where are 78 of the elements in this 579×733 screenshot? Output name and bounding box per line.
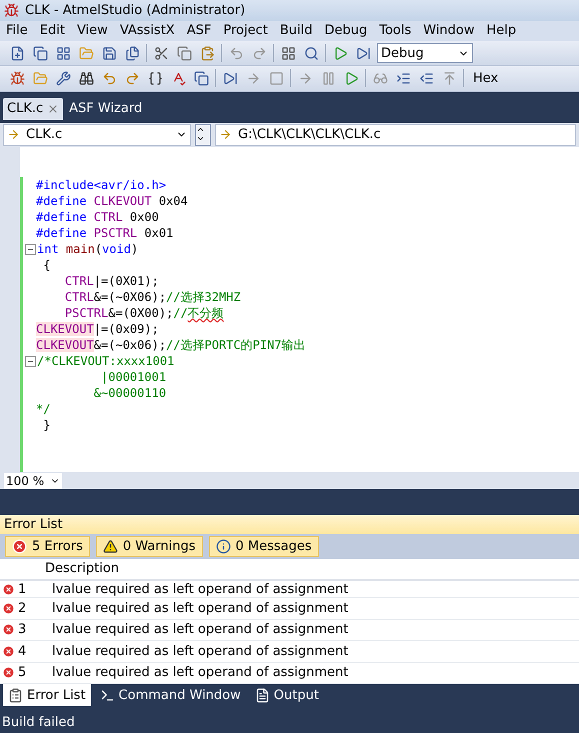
- error-number: 1: [18, 582, 28, 597]
- menu-item[interactable]: Build: [274, 23, 318, 38]
- file-dropdown[interactable]: CLK.c: [3, 124, 191, 146]
- hex-button[interactable]: Hex: [469, 70, 502, 86]
- bug-icon[interactable]: [8, 69, 26, 88]
- menu-item[interactable]: VAssistX: [114, 23, 181, 38]
- error-number: 2: [18, 600, 28, 616]
- menu-item[interactable]: Edit: [34, 23, 71, 38]
- spin-button[interactable]: [195, 124, 211, 146]
- menu-item[interactable]: Tools: [373, 23, 418, 38]
- collapse-icon[interactable]: [25, 356, 36, 367]
- error-number: 3: [18, 622, 28, 638]
- filter-button[interactable]: 5 Errors: [5, 536, 90, 557]
- document-tab[interactable]: ASF Wizard: [65, 98, 146, 120]
- filter-button[interactable]: 0 Warnings: [96, 536, 202, 557]
- code-line: CTRL&=(~0X06);//选择32MHZ: [64, 288, 241, 306]
- tab-label: ASF Wizard: [69, 101, 142, 116]
- tab-label: Output: [274, 688, 319, 703]
- code-line: PSCTRL&=(0X00);//不分频: [64, 304, 224, 322]
- panel-tab[interactable]: Command Window: [94, 684, 246, 706]
- document-tab[interactable]: CLK.c: [3, 98, 64, 120]
- error-description: lvalue required as left operand of assignment: [52, 600, 348, 616]
- code-line: int main(void): [37, 242, 138, 256]
- wrench-icon[interactable]: [54, 69, 72, 88]
- file-path: G:\CLK\CLK\CLK\CLK.c: [238, 127, 381, 142]
- collapse-icon[interactable]: [25, 244, 36, 255]
- terminal-icon: [100, 688, 115, 703]
- panel-title: Error List: [0, 514, 579, 534]
- info-icon: [216, 538, 230, 554]
- code-line: {: [42, 258, 50, 272]
- file-name: CLK.c: [26, 127, 64, 142]
- status-text: Build failed: [1, 714, 76, 732]
- document-icon: [254, 688, 270, 703]
- code-line: /*CLKEVOUT:xxxx1001: [37, 354, 174, 368]
- tab-label: Command Window: [118, 688, 241, 703]
- menu-item[interactable]: Window: [417, 23, 481, 38]
- copy-icon[interactable]: [192, 69, 210, 88]
- menu-item[interactable]: View: [70, 23, 114, 38]
- window-title: CLK - AtmelStudio (Administrator): [25, 2, 246, 18]
- menu-item[interactable]: Debug: [318, 23, 374, 38]
- arrow-icon: [219, 128, 232, 142]
- code-line: #define PSCTRL 0x01: [36, 226, 174, 240]
- code-line: }: [42, 418, 50, 432]
- error-number: 4: [18, 644, 28, 659]
- menu-item[interactable]: ASF: [180, 23, 218, 38]
- code-line: #define CTRL 0x00: [36, 210, 159, 224]
- code-line: CLKEVOUT&=(~0x06);//选择PORTC的PIN7输出: [36, 336, 306, 354]
- filter-button[interactable]: 0 Messages: [208, 536, 319, 557]
- warning-icon: [102, 538, 118, 554]
- path-field[interactable]: G:\CLK\CLK\CLK\CLK.c: [215, 124, 576, 146]
- error-description: lvalue required as left operand of assignment: [52, 644, 348, 659]
- column-header: Description: [45, 561, 120, 576]
- code-line: #define CLKEVOUT 0x04: [36, 194, 188, 208]
- clipboard-icon: [8, 688, 23, 703]
- error-description: lvalue required as left operand of assignment: [52, 582, 348, 597]
- code-line: &~00000110: [92, 386, 166, 400]
- tab-label: CLK.c: [7, 101, 44, 116]
- ladybug-icon: [4, 2, 19, 18]
- copy-icon[interactable]: [175, 44, 193, 62]
- error-number: 5: [18, 665, 28, 680]
- zoom-dropdown[interactable]: 100 %: [4, 472, 62, 488]
- tab-label: Error List: [27, 688, 86, 703]
- error-description: lvalue required as left operand of assignment: [52, 622, 348, 638]
- error-description: lvalue required as left operand of assignment: [52, 665, 348, 680]
- code-line: |00001001: [100, 370, 166, 384]
- menu-item[interactable]: File: [0, 23, 34, 38]
- configuration-dropdown[interactable]: Debug: [377, 43, 473, 64]
- code-line: CLKEVOUT|=(0x09);: [36, 322, 159, 336]
- arrow-icon: [7, 128, 20, 142]
- code-line: #include<avr/io.h>: [36, 178, 166, 192]
- panel-tab[interactable]: Error List: [3, 684, 91, 706]
- menu-item[interactable]: Help: [480, 23, 522, 38]
- panel-tab[interactable]: Output: [250, 684, 324, 706]
- menu-item[interactable]: Project: [217, 23, 274, 38]
- error-icon: [12, 538, 27, 554]
- close-icon[interactable]: [47, 102, 60, 115]
- code-line: CTRL|=(0X01);: [64, 274, 159, 288]
- code-line: */: [36, 402, 50, 416]
